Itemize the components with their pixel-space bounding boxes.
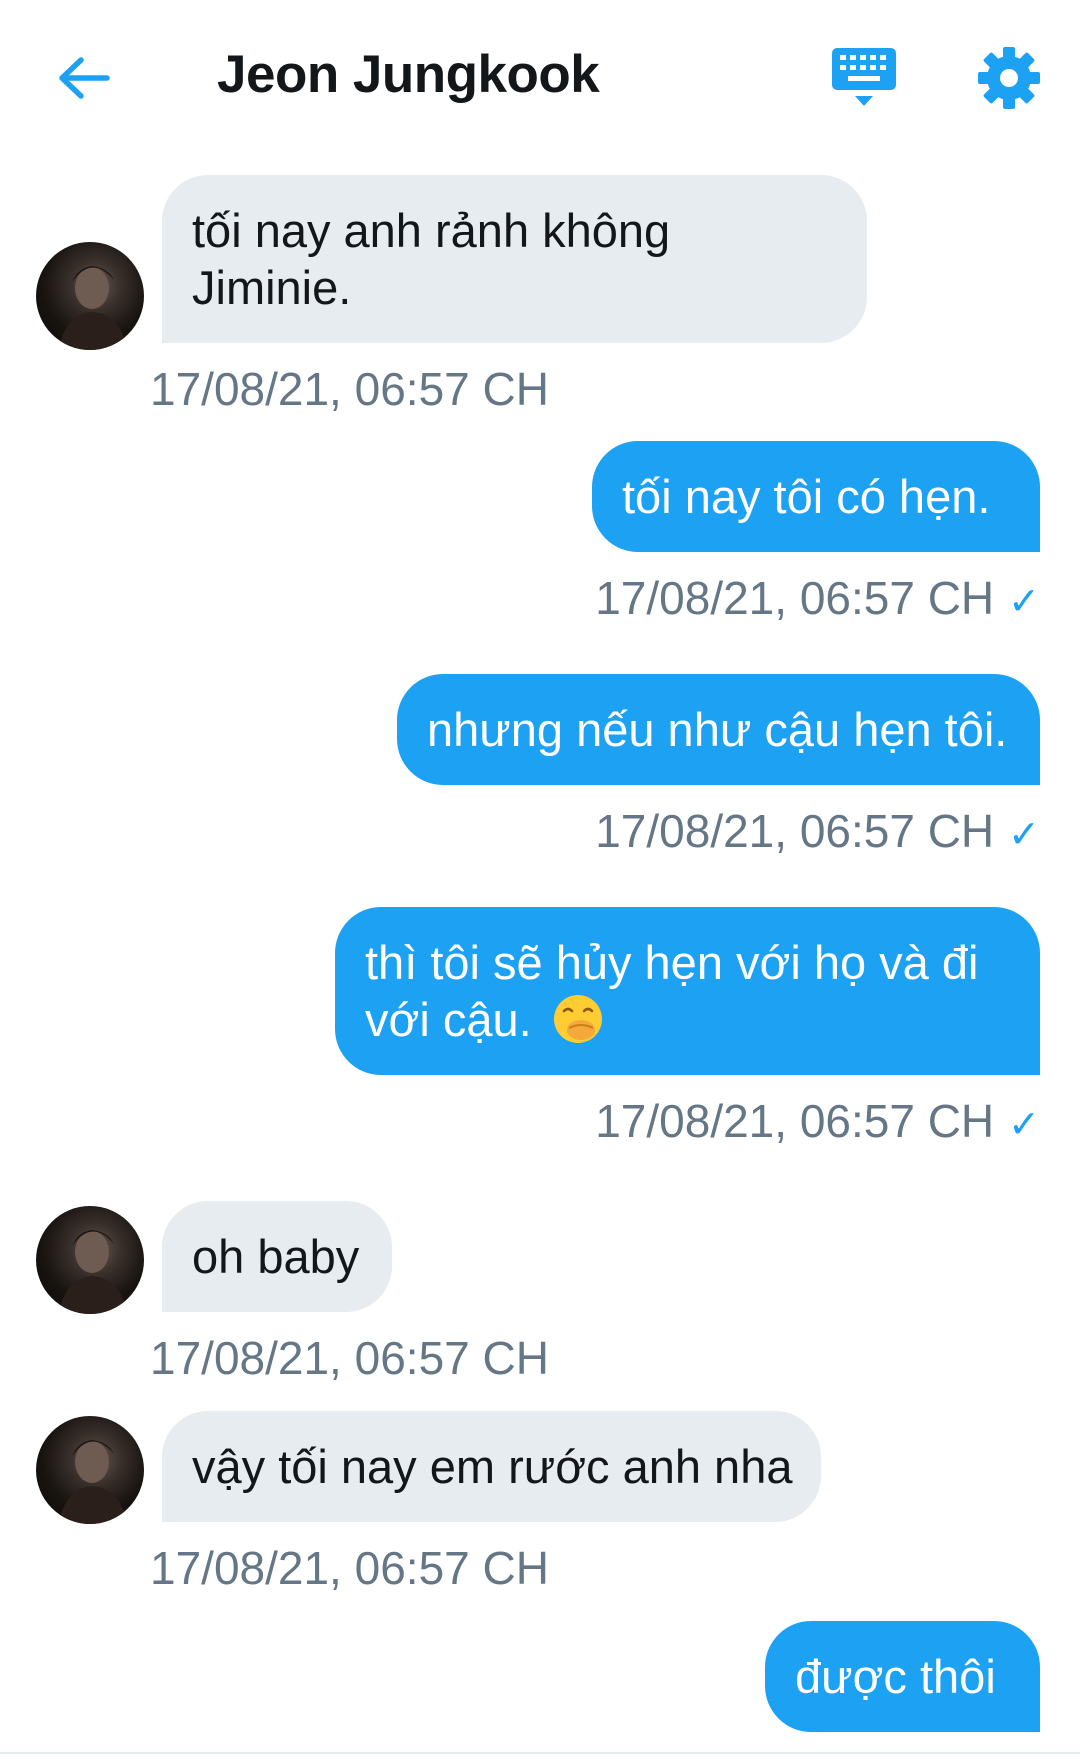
message-timestamp: 17/08/21, 06:57 CH [595, 572, 995, 624]
message-text: thì tôi sẽ hủy hẹn với họ và đi [365, 936, 979, 989]
message-text: vậy tối nay em rước anh nha [192, 1440, 793, 1493]
message-timestamp-row: 17/08/21, 06:57 CH ✓ [595, 573, 1040, 627]
avatar-photo [58, 1440, 128, 1524]
sent-check-icon: ✓ [1008, 581, 1040, 623]
conversation-title: Jeon Jungkook [217, 45, 600, 104]
message-bubble-outgoing[interactable]: tối nay tôi có hẹn. [592, 441, 1040, 552]
message-timestamp-row: 17/08/21, 06:57 CH ✓ [595, 1096, 1040, 1150]
message-text: tối nay tôi có hẹn. [622, 470, 991, 523]
message-text: nhưng nếu như cậu hẹn tôi. [427, 703, 1008, 756]
sender-avatar[interactable] [36, 1416, 144, 1524]
back-button[interactable] [52, 46, 116, 110]
message-bubble-incoming[interactable]: vậy tối nay em rước anh nha [162, 1411, 821, 1522]
message-text: được thôi [795, 1650, 996, 1703]
settings-button[interactable] [975, 44, 1043, 112]
message-timestamp: 17/08/21, 06:57 CH [150, 1542, 549, 1594]
sent-check-icon: ✓ [1008, 814, 1040, 856]
message-text: Jiminie. [192, 261, 352, 314]
message-text: với cậu. [365, 993, 532, 1046]
face-with-hand-over-mouth-emoji [553, 995, 602, 1043]
keyboard-icon [832, 48, 896, 106]
message-timestamp-row: 17/08/21, 06:57 CH ✓ [595, 806, 1040, 860]
message-bubble-outgoing[interactable]: thì tôi sẽ hủy hẹn với họ và đi với cậu. [335, 907, 1040, 1075]
message-bubble-incoming[interactable]: oh baby [162, 1201, 392, 1312]
message-timestamp: 17/08/21, 06:57 CH [150, 1332, 549, 1384]
divider [0, 1752, 1080, 1754]
message-timestamp: 17/08/21, 06:57 CH [595, 805, 995, 857]
message-bubble-incoming[interactable]: tối nay anh rảnh không Jiminie. [162, 175, 867, 343]
message-text: oh baby [192, 1230, 360, 1283]
avatar-photo [58, 266, 128, 350]
message-text: tối nay anh rảnh không [192, 204, 671, 257]
keyboard-toggle-button[interactable] [828, 44, 900, 116]
message-bubble-outgoing[interactable]: nhưng nếu như cậu hẹn tôi. [397, 674, 1040, 785]
avatar-photo [58, 1230, 128, 1314]
arrow-left-icon [59, 57, 110, 99]
message-timestamp: 17/08/21, 06:57 CH [595, 1095, 995, 1147]
sender-avatar[interactable] [36, 1206, 144, 1314]
gear-icon [978, 47, 1040, 109]
conversation-header: Jeon Jungkook [0, 0, 1080, 150]
message-bubble-outgoing[interactable]: được thôi [765, 1621, 1040, 1732]
sender-avatar[interactable] [36, 242, 144, 350]
message-timestamp: 17/08/21, 06:57 CH [150, 363, 549, 415]
sent-check-icon: ✓ [1008, 1104, 1040, 1146]
